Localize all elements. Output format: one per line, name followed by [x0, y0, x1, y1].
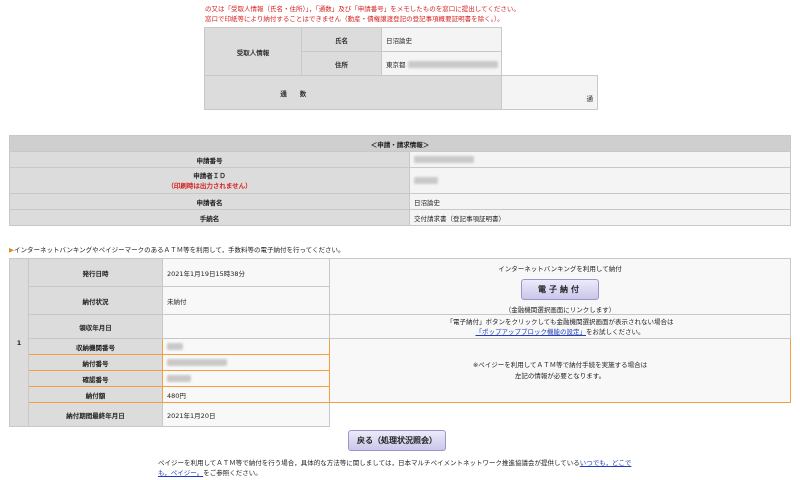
receipt-date-value — [162, 314, 330, 339]
payment-amount-value: 480円 — [162, 386, 330, 403]
popup-block-settings-link[interactable]: 「ポップアップブロック機能の設定」 — [476, 328, 587, 336]
name-label: 氏名 — [301, 27, 382, 52]
procedure-name-label: 手続名 — [9, 209, 410, 226]
back-to-status-button[interactable]: 戻る（処理状況照会） — [348, 430, 446, 451]
copies-value: 通 — [501, 75, 598, 110]
footer-note: ペイジーを利用してＡＴＭ等で納付を行う場合，具体的な方法等に関しましては，日本マ… — [158, 459, 632, 477]
netbank-heading: インターネットバンキングを利用して納付 — [498, 265, 622, 273]
application-number-label: 申請番号 — [9, 151, 410, 168]
issue-datetime-label: 発行日時 — [28, 258, 163, 287]
address-value: 東京都 — [381, 51, 502, 76]
confirmation-number-label: 確認番号 — [28, 370, 163, 387]
receipt-date-label: 領収年月日 — [28, 314, 163, 339]
agency-number-label: 収納機関番号 — [28, 338, 163, 355]
request-info-title: ＜申請・請求情報＞ — [9, 135, 791, 152]
application-number-value — [409, 151, 791, 168]
recipient-section-label: 受取人情報 — [204, 27, 302, 76]
applicant-id-label: 申請者ＩＤ （印刷時は出力されません） — [9, 167, 410, 194]
row-number: 1 — [9, 258, 29, 427]
recipient-info-table: 受取人情報 氏名 日沼論史 住所 東京都 通 数 通 — [204, 27, 598, 110]
payment-deadline-value: 2021年1月20日 — [162, 402, 330, 427]
payment-status-label: 納付状況 — [28, 286, 163, 315]
payment-amount-label: 納付額 — [28, 386, 163, 403]
copies-label: 通 数 — [204, 75, 382, 110]
payment-status-value: 未納付 — [162, 286, 330, 315]
payment-instruction: ▶インターネットバンキングやペイジーマークのあるＡＴＭ等を利用して，手数料等の電… — [9, 246, 345, 254]
atm-note: ※ペイジーを利用してＡＴＭ等で納付手続を実施する場合は 左記の情報が必要となりま… — [329, 338, 791, 403]
procedure-name-value: 交付請求書（登記事項証明書） — [409, 209, 791, 226]
payment-info-table: 1 発行日時 2021年1月19日15時38分 インターネットバンキングを利用し… — [9, 258, 791, 427]
print-note: （印刷時は出力されません） — [167, 181, 252, 190]
payment-deadline-label: 納付期間最終年月日 — [28, 402, 163, 427]
address-label: 住所 — [301, 51, 382, 76]
payment-number-label: 納付番号 — [28, 354, 163, 371]
confirmation-number-value — [162, 370, 330, 387]
agency-number-value — [162, 338, 330, 355]
netbank-section: インターネットバンキングを利用して納付 電子納付 （金融機関選択画面にリンクしま… — [329, 258, 791, 315]
electronic-payment-button[interactable]: 電子納付 — [521, 279, 599, 300]
applicant-name-value: 日沼論史 — [409, 193, 791, 210]
payment-number-value — [162, 354, 330, 371]
applicant-name-label: 申請者名 — [9, 193, 410, 210]
popup-note: 「電子納付」ボタンをクリックしても金融機関選択画面が表示されない場合は 「ポップ… — [329, 314, 791, 339]
name-value: 日沼論史 — [381, 27, 502, 52]
request-info-table: ＜申請・請求情報＞ 申請番号 申請者ＩＤ （印刷時は出力されません） 申請者名 … — [9, 135, 791, 226]
notice-line-2: 窓口で印紙等により納付することはできません（動産・債権譲渡登記の登記事項概要証明… — [205, 15, 504, 23]
notice-line-1: の又は「受取人情報（氏名・住所）」，「通数」及び「申請番号」をメモしたものを窓口… — [205, 5, 520, 13]
applicant-id-value — [409, 167, 791, 194]
epay-note: （金融機関選択画面にリンクします） — [504, 306, 616, 314]
issue-datetime-value: 2021年1月19日15時38分 — [162, 258, 330, 287]
